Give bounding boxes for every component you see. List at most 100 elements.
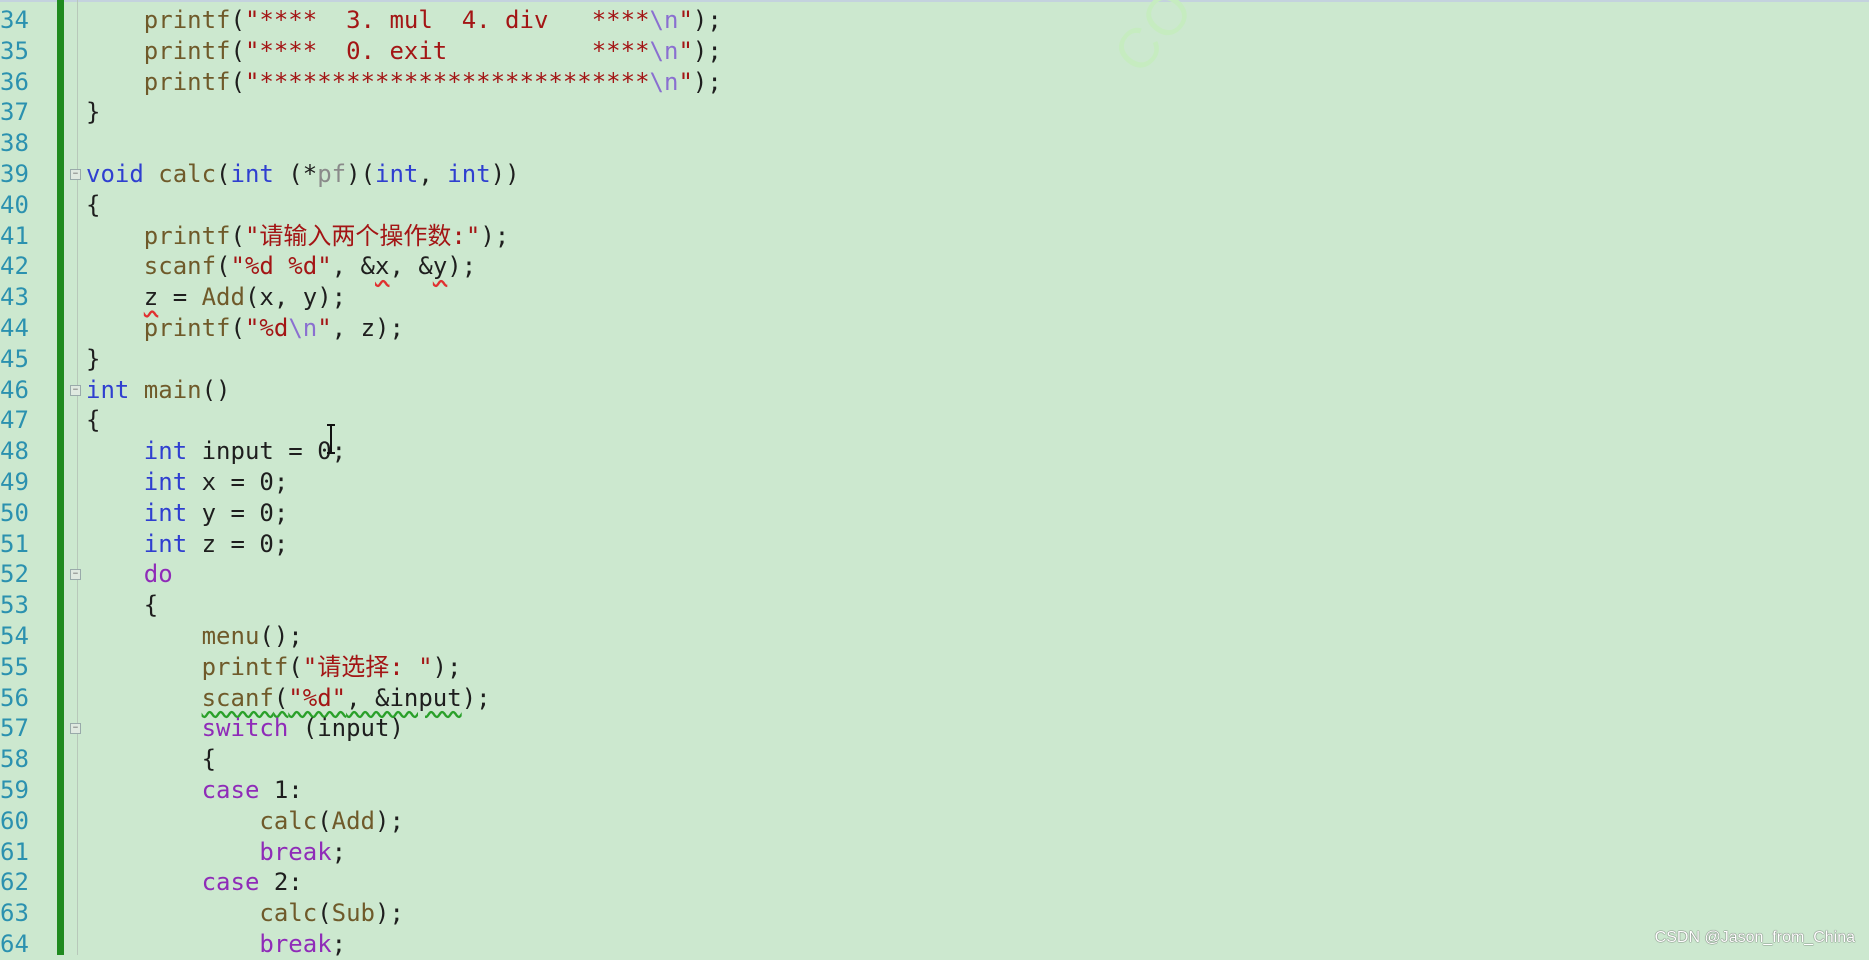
- code-token: x = 0;: [187, 467, 289, 496]
- code-line[interactable]: printf("***************************\n");: [86, 67, 722, 98]
- code-line[interactable]: {: [86, 190, 722, 221]
- code-line[interactable]: break;: [86, 929, 722, 960]
- code-token: (: [230, 67, 245, 96]
- code-token: , &input: [346, 683, 462, 712]
- code-line[interactable]: }: [86, 344, 722, 375]
- line-number: 56: [0, 683, 29, 712]
- code-token: );: [480, 221, 510, 250]
- code-line[interactable]: calc(Add);: [86, 806, 722, 837]
- code-line[interactable]: printf("%d\n", z);: [86, 313, 722, 344]
- code-token: int: [143, 437, 188, 466]
- code-token: z: [143, 283, 159, 312]
- line-number: 55: [0, 652, 29, 681]
- code-line[interactable]: }: [86, 97, 722, 128]
- code-token: break: [86, 837, 332, 866]
- line-number: 48: [0, 437, 29, 466]
- code-token: , z);: [331, 313, 404, 342]
- code-token: "%d": [288, 683, 347, 712]
- collapse-icon[interactable]: −: [70, 569, 81, 581]
- code-token: (x, y);: [244, 283, 347, 312]
- code-token: (: [230, 313, 245, 342]
- line-number: 62: [0, 868, 29, 897]
- code-line[interactable]: printf("请输入两个操作数:");: [86, 221, 722, 252]
- code-line[interactable]: case 2:: [86, 867, 722, 898]
- code-token: (: [230, 221, 245, 250]
- code-token: Add: [331, 806, 375, 835]
- code-line[interactable]: calc(Sub);: [86, 898, 722, 929]
- code-line[interactable]: {: [86, 405, 722, 436]
- code-token: );: [447, 252, 477, 281]
- code-token: );: [461, 683, 491, 712]
- code-token: }: [86, 344, 101, 373]
- code-token: ": [678, 67, 693, 96]
- code-token: case: [86, 868, 260, 897]
- code-line[interactable]: int x = 0;: [86, 467, 722, 498]
- code-line[interactable]: int y = 0;: [86, 498, 722, 529]
- code-token: input = 0;: [187, 437, 347, 466]
- code-editor[interactable]: printf("**** 3. mul 4. div ****\n"); pri…: [70, 5, 722, 960]
- code-line[interactable]: scanf("%d %d", &x, &y);: [86, 251, 722, 282]
- line-number: 52: [0, 560, 29, 589]
- code-token: pf: [317, 159, 347, 188]
- code-token: int: [375, 159, 419, 188]
- code-token: printf: [86, 67, 231, 96]
- code-line[interactable]: {: [86, 590, 722, 621]
- code-token: printf: [86, 6, 231, 34]
- code-line[interactable]: case 1:: [86, 775, 722, 806]
- code-line[interactable]: [86, 128, 722, 159]
- code-token: int: [143, 498, 188, 527]
- code-token: void: [86, 159, 144, 188]
- code-token: ": [317, 313, 332, 342]
- code-token: {: [86, 591, 159, 620]
- code-token: calc: [143, 159, 217, 188]
- code-line[interactable]: scanf("%d", &input);: [86, 683, 722, 714]
- code-line[interactable]: − int main(): [70, 375, 722, 406]
- code-line[interactable]: z = Add(x, y);: [86, 282, 722, 313]
- window-top-border: [0, 0, 1869, 2]
- code-line[interactable]: int z = 0;: [86, 529, 722, 560]
- collapse-icon[interactable]: −: [70, 168, 81, 180]
- code-token: (*: [273, 159, 318, 188]
- code-line[interactable]: printf("请选择: ");: [86, 652, 722, 683]
- line-number: 43: [0, 283, 29, 312]
- line-number: 61: [0, 837, 29, 866]
- code-token: (: [216, 159, 231, 188]
- line-number: 34: [0, 6, 29, 34]
- code-token: printf: [86, 36, 231, 65]
- code-token: Sub: [331, 899, 375, 928]
- code-token: y: [432, 252, 448, 281]
- text-cursor-ibeam-icon: [327, 424, 335, 454]
- code-token: menu: [86, 621, 260, 650]
- collapse-icon[interactable]: −: [70, 723, 81, 735]
- code-line[interactable]: printf("**** 3. mul 4. div ****\n");: [86, 5, 722, 36]
- code-token: Add: [201, 283, 245, 312]
- code-token: case: [86, 775, 260, 804]
- code-token: int: [143, 529, 188, 558]
- code-line[interactable]: int input = 0;: [86, 436, 722, 467]
- line-number: 60: [0, 806, 29, 835]
- code-token: (): [201, 375, 231, 404]
- code-token: , &: [389, 252, 433, 281]
- code-line[interactable]: printf("**** 0. exit ****\n");: [86, 36, 722, 67]
- line-number: 53: [0, 591, 29, 620]
- credit-watermark: CSDN @Jason_from_China: [1654, 929, 1855, 946]
- code-line[interactable]: − void calc(int (*pf)(int, int)): [70, 159, 722, 190]
- code-line[interactable]: − switch (input): [70, 713, 722, 744]
- code-line[interactable]: menu();: [86, 621, 722, 652]
- code-line[interactable]: − do: [70, 559, 722, 590]
- watermark: COYCE: [1100, 0, 1284, 85]
- line-number: 40: [0, 190, 29, 219]
- outline-guide: [77, 0, 78, 955]
- collapse-icon[interactable]: −: [70, 384, 81, 396]
- line-number: 41: [0, 221, 29, 250]
- line-number: 45: [0, 344, 29, 373]
- code-token: {: [86, 190, 101, 219]
- code-line[interactable]: {: [86, 744, 722, 775]
- line-number: 57: [0, 714, 29, 743]
- code-token: (: [317, 899, 332, 928]
- code-line[interactable]: break;: [86, 837, 722, 868]
